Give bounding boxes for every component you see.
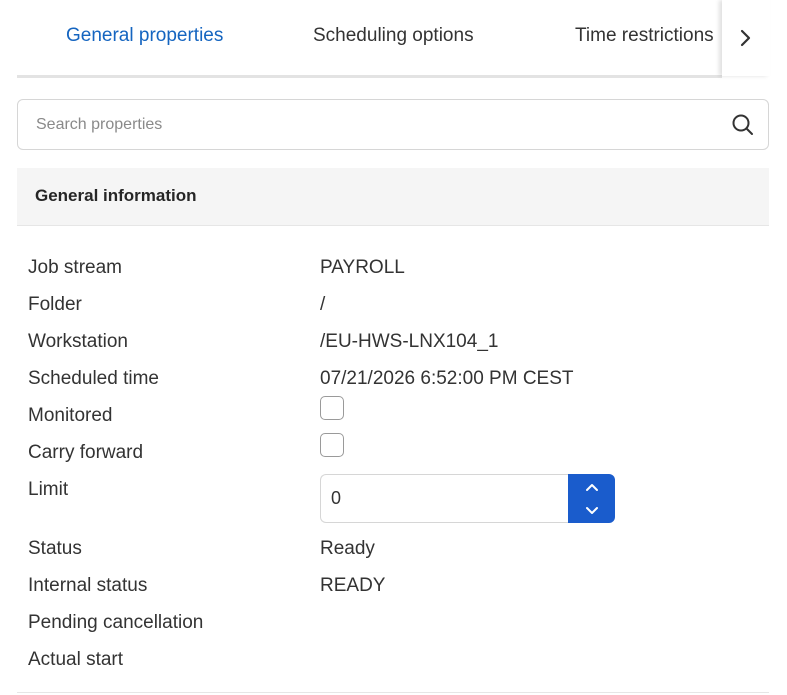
chevron-up-icon: [585, 484, 598, 491]
scheduled-time-label: Scheduled time: [28, 368, 159, 389]
search-icon[interactable]: [730, 112, 756, 138]
status-value: Ready: [320, 538, 375, 559]
internal-status-value: READY: [320, 575, 386, 596]
job-stream-label: Job stream: [28, 257, 122, 278]
limit-input[interactable]: [320, 474, 570, 523]
limit-increment-button[interactable]: [568, 476, 615, 500]
workstation-label: Workstation: [28, 331, 128, 352]
folder-label: Folder: [28, 294, 82, 315]
search-input[interactable]: [34, 114, 718, 135]
limit-decrement-button[interactable]: [568, 498, 615, 522]
chevron-right-icon: [740, 29, 751, 47]
divider: [17, 692, 769, 693]
status-label: Status: [28, 538, 82, 559]
monitored-label: Monitored: [28, 405, 113, 426]
workstation-value: /EU-HWS-LNX104_1: [320, 331, 499, 352]
limit-stepper: [320, 474, 615, 523]
search-box: [17, 99, 769, 150]
tabs-scroll-right-button[interactable]: [722, 0, 770, 76]
carry-forward-label: Carry forward: [28, 442, 144, 463]
actual-start-label: Actual start: [28, 649, 124, 670]
active-tab-indicator: [17, 75, 267, 78]
chevron-down-icon: [585, 507, 598, 514]
tab-scheduling-options[interactable]: Scheduling options: [313, 0, 474, 75]
limit-label: Limit: [28, 479, 69, 500]
job-stream-value: PAYROLL: [320, 257, 405, 278]
tab-general-properties[interactable]: General properties: [66, 0, 223, 75]
section-title: General information: [35, 186, 197, 205]
carry-forward-checkbox[interactable]: [320, 433, 344, 457]
monitored-checkbox[interactable]: [320, 396, 344, 420]
pending-cancellation-label: Pending cancellation: [28, 612, 204, 633]
section-header: General information: [17, 168, 769, 226]
tab-time-restrictions[interactable]: Time restrictions: [575, 0, 714, 75]
scheduled-time-value: 07/21/2026 6:52:00 PM CEST: [320, 368, 574, 389]
limit-stepper-buttons: [568, 474, 615, 523]
tab-bar: General properties Scheduling options Ti…: [17, 0, 722, 78]
folder-value: /: [320, 294, 326, 315]
internal-status-label: Internal status: [28, 575, 148, 596]
